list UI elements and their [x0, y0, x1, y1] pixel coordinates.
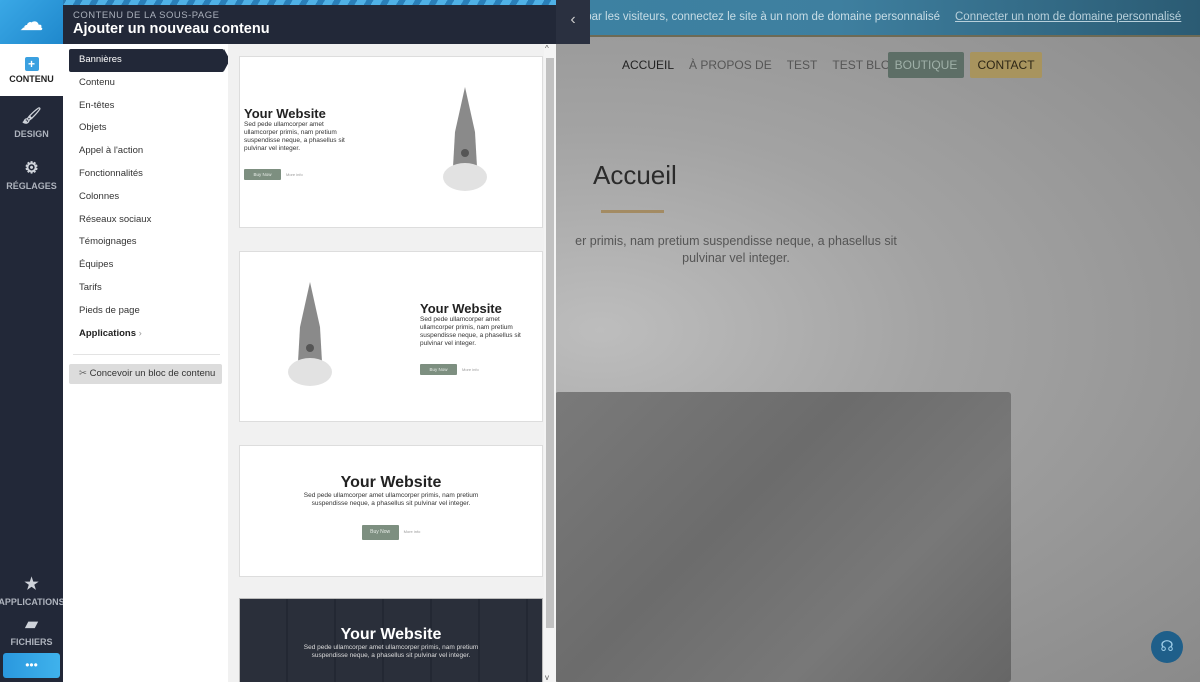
collapse-panel-button[interactable]: ‹ [556, 0, 590, 44]
divider [73, 354, 220, 356]
tools-icon: ✂ [79, 368, 87, 380]
category-fonctionnalites[interactable]: Fonctionnalités [69, 163, 228, 186]
category-pieds-de-page[interactable]: Pieds de page [69, 300, 228, 323]
preview-buy-button: Buy Now [420, 364, 457, 375]
nav-accueil[interactable]: ACCUEIL [622, 58, 674, 72]
preview-text: Sed pede ullamcorper amet ullamcorper pr… [244, 121, 345, 152]
category-objets[interactable]: Objets [69, 117, 228, 140]
category-applications[interactable]: Applications › [69, 323, 228, 346]
preview-more-link: More info [462, 367, 479, 372]
category-contenu[interactable]: Contenu [69, 72, 228, 95]
rail-tab-design[interactable]: 🖌 DESIGN [0, 96, 63, 148]
rail-tab-label: DESIGN [14, 128, 49, 139]
category-bannieres[interactable]: Bannières [69, 49, 230, 72]
rail-applications[interactable]: ★ APPLICATIONS [0, 570, 65, 610]
chevron-right-icon: › [138, 327, 142, 339]
folder-icon: ▰ [25, 615, 38, 633]
category-en-tetes[interactable]: En-têtes [69, 95, 228, 118]
rail-tab-label: FICHIERS [10, 636, 53, 647]
category-appel-action[interactable]: Appel à l'action [69, 140, 228, 163]
contact-button[interactable]: CONTACT [970, 52, 1042, 78]
panel-subtitle: CONTENU DE LA SOUS-PAGE [73, 10, 220, 21]
boutique-button[interactable]: BOUTIQUE [888, 52, 964, 78]
preview-title: Your Website [420, 301, 502, 316]
heading-divider [601, 210, 664, 213]
category-temoignages[interactable]: Témoignages [69, 231, 228, 254]
category-reseaux-sociaux[interactable]: Réseaux sociaux [69, 209, 228, 232]
scroll-up-icon[interactable]: ^ [545, 44, 549, 53]
preview-title: Your Website [340, 626, 442, 643]
applications-label: Applications [79, 327, 137, 339]
hero-image [555, 392, 1011, 682]
preview-text: Sed pede ullamcorper amet ullamcorper pr… [420, 316, 521, 347]
plus-icon: + [24, 56, 39, 71]
brush-icon: 🖌 [21, 107, 42, 125]
more-button[interactable]: ••• [3, 653, 60, 678]
nav-test[interactable]: TEST [787, 58, 818, 72]
clock-tower-image [288, 282, 332, 386]
rail-tab-label: CONTENU [9, 73, 54, 84]
preview-title: Your Website [244, 106, 326, 121]
preview-text: Sed pede ullamcorper amet ullamcorper pr… [303, 492, 479, 507]
panel-header: CONTENU DE LA SOUS-PAGE Ajouter un nouve… [63, 0, 590, 44]
preview-more-link: More info [403, 529, 421, 534]
banner-message: Le site n'est pas encore visible par les… [560, 11, 940, 23]
previews-scrollbar[interactable]: ^ v [544, 44, 556, 682]
scrollbar-thumb[interactable] [546, 58, 554, 628]
site-nav: ACCUEIL À PROPOS DE TEST TEST BLOG [622, 58, 900, 72]
page-paragraph: er primis, nam pretium suspendisse neque… [575, 234, 897, 265]
nav-a-propos[interactable]: À PROPOS DE [689, 58, 772, 72]
banner-preview-1[interactable]: Your Website Sed pede ullamcorper amet u… [239, 56, 543, 228]
banner-preview-3[interactable]: Your Website Sed pede ullamcorper amet u… [239, 445, 543, 577]
left-rail: ☁ + CONTENU 🖌 DESIGN ⚙ RÉGLAGES ★ APPLICATIO… [0, 0, 65, 682]
preview-title: Your Website [340, 474, 442, 491]
star-icon: ★ [24, 575, 39, 593]
preview-more-link: More info [286, 172, 303, 177]
preview-text: Sed pede ullamcorper amet ullamcorper pr… [303, 644, 479, 659]
design-block-label: Concevoir un bloc de contenu [89, 368, 216, 380]
rail-fichiers[interactable]: ▰ FICHIERS [0, 610, 63, 650]
rail-tab-contenu[interactable]: + CONTENU [0, 44, 63, 96]
category-tarifs[interactable]: Tarifs [69, 277, 228, 300]
block-previews: Your Website Sed pede ullamcorper amet u… [228, 44, 544, 682]
rail-tab-reglages[interactable]: ⚙ RÉGLAGES [0, 148, 63, 200]
support-chat-button[interactable]: ☊ [1151, 631, 1183, 663]
preview-buy-button: Buy Now [361, 525, 399, 540]
connect-domain-link[interactable]: Connecter un nom de domaine personnalisé [955, 11, 1181, 23]
banner-preview-4[interactable]: Your Website Sed pede ullamcorper amet u… [239, 598, 543, 682]
design-block-button[interactable]: ✂ Concevoir un bloc de contenu [69, 364, 222, 385]
category-equipes[interactable]: Équipes [69, 254, 228, 277]
preview-buy-button: Buy Now [244, 169, 281, 180]
clock-tower-image [443, 87, 487, 191]
panel-title: Ajouter un nouveau contenu [73, 21, 270, 37]
rail-tab-label: APPLICATIONS [0, 596, 65, 607]
scroll-down-icon[interactable]: v [545, 673, 549, 682]
gears-icon: ⚙ [24, 159, 39, 177]
banner-preview-2[interactable]: Your Website Sed pede ullamcorper amet u… [239, 251, 543, 422]
rail-tab-label: RÉGLAGES [6, 180, 57, 191]
header-stripe [63, 0, 590, 5]
headset-icon: ☊ [1160, 638, 1174, 655]
page-heading: Accueil [593, 160, 677, 190]
category-list: Bannières Contenu En-têtes Objets Appel … [63, 44, 230, 682]
category-colonnes[interactable]: Colonnes [69, 186, 228, 209]
chevron-left-icon: ‹ [570, 11, 576, 28]
cloud-logo-icon[interactable]: ☁ [0, 0, 63, 44]
